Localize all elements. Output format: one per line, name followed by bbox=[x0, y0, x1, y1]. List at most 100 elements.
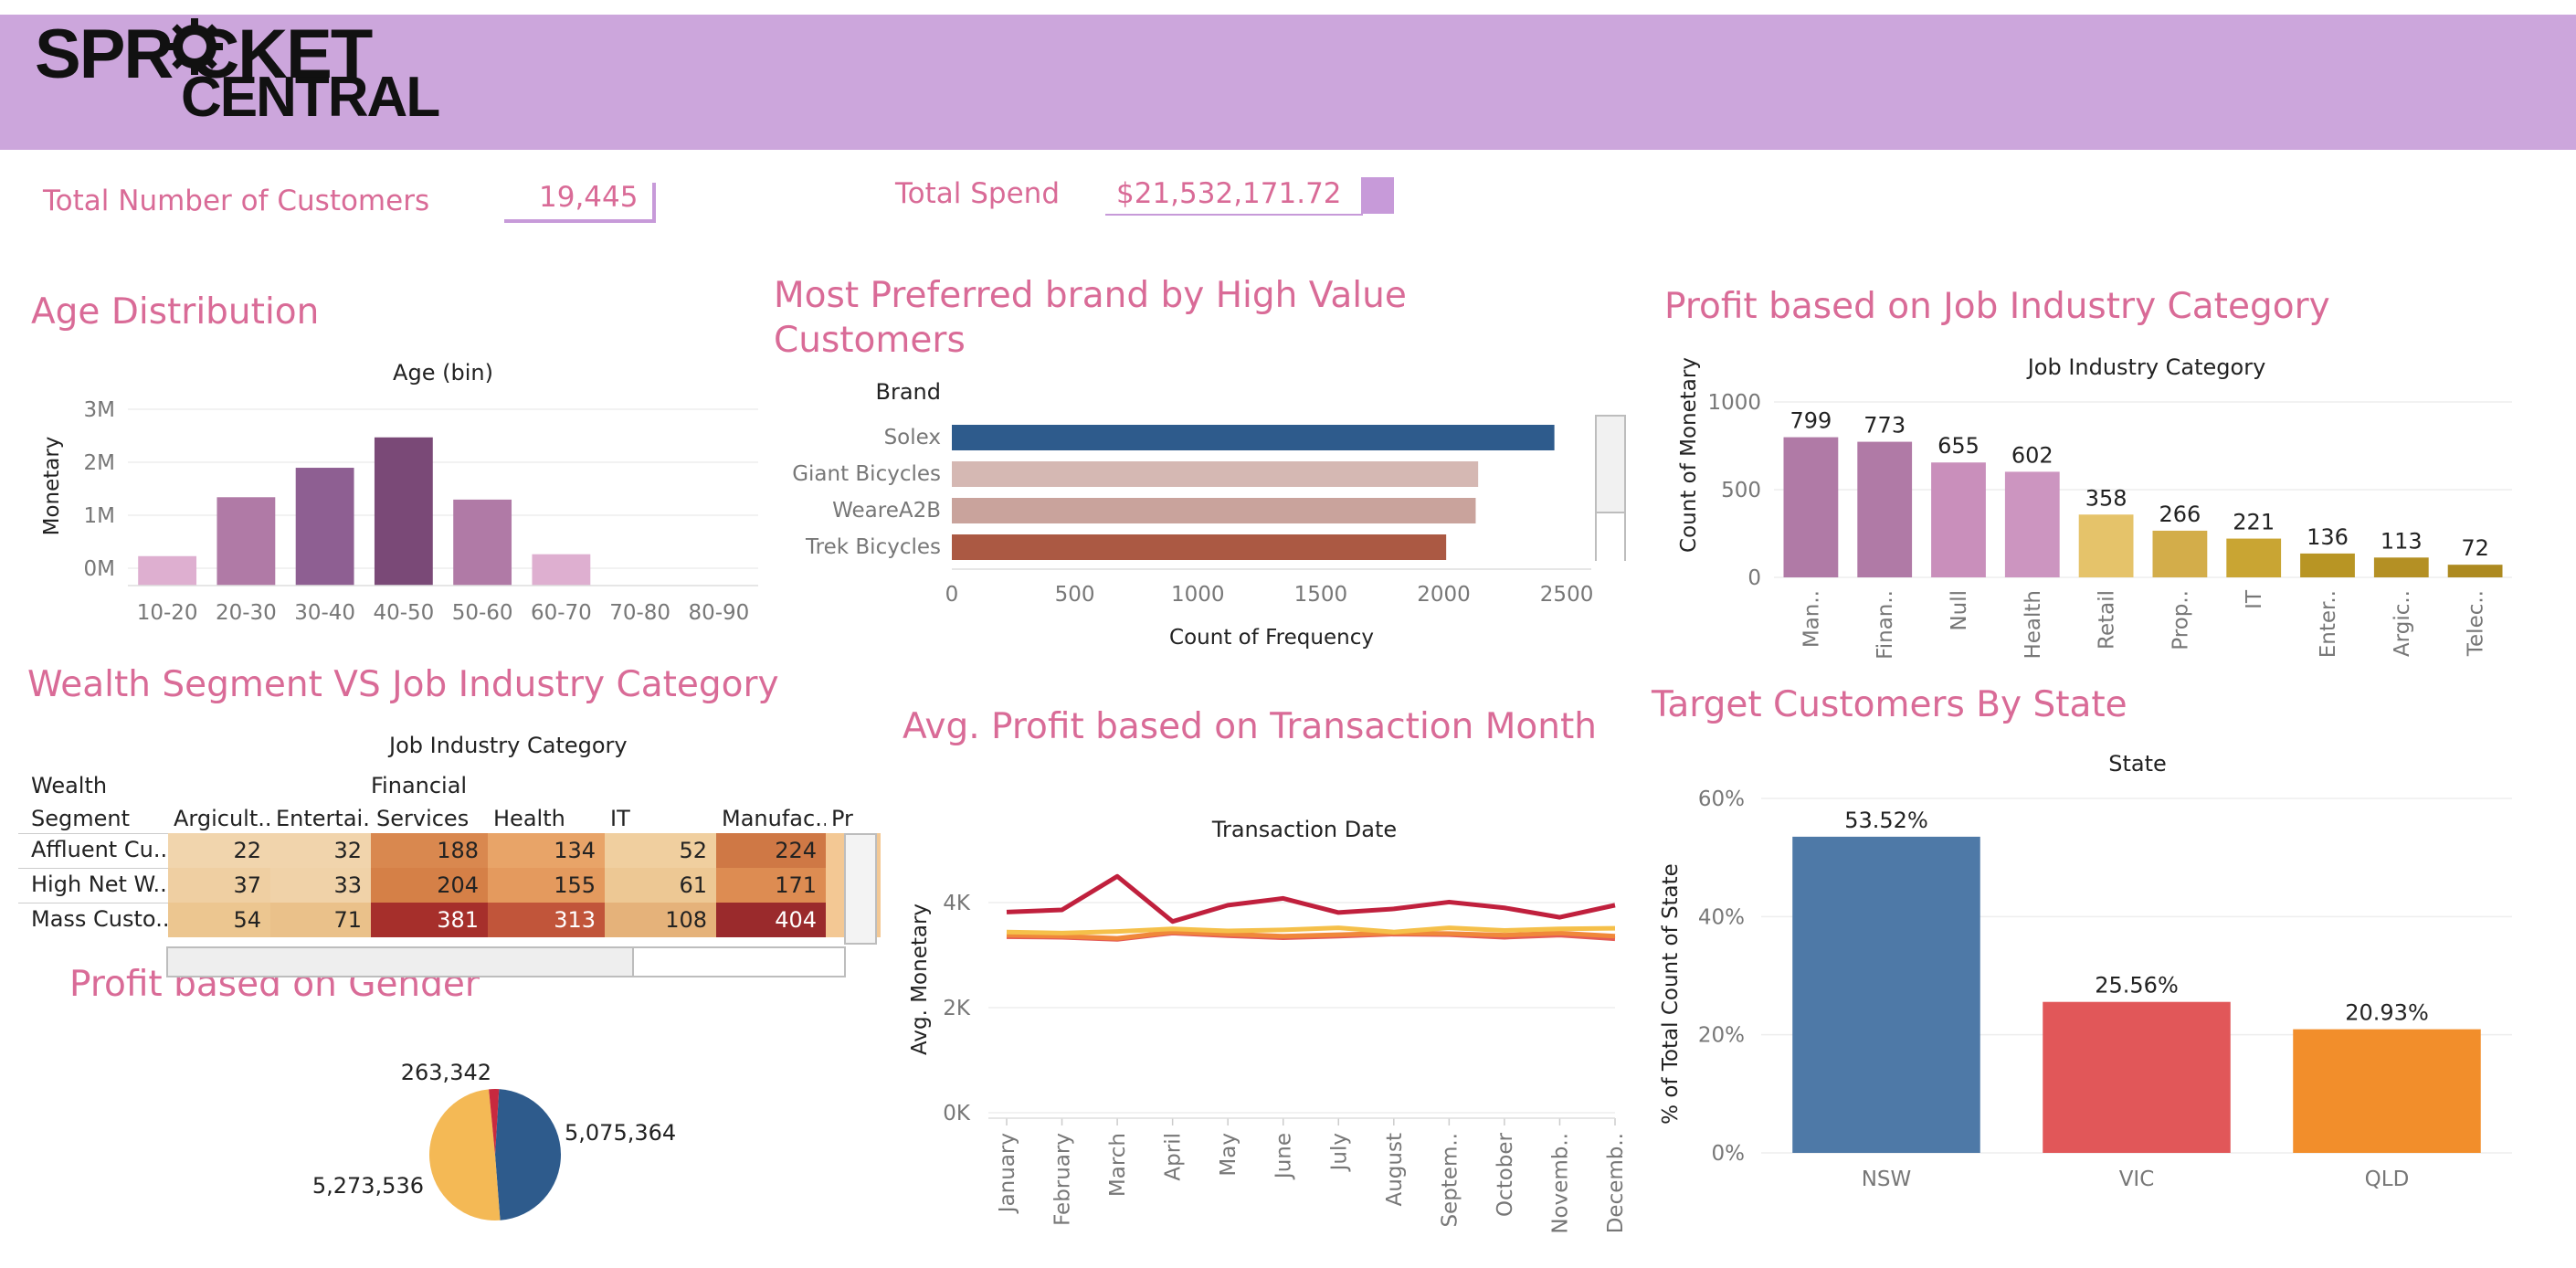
job-bar[interactable] bbox=[2300, 553, 2355, 577]
job-chart-title: Job Industry Category bbox=[2026, 354, 2266, 380]
brand-x-tick: 2000 bbox=[1417, 583, 1471, 607]
line-y-tick: 0K bbox=[943, 1102, 971, 1125]
heatmap-cell[interactable]: 204 bbox=[371, 868, 488, 903]
heatmap-cell[interactable]: 37 bbox=[168, 868, 270, 903]
heatmap-col-header: Services bbox=[376, 806, 470, 831]
heatmap-row-label: Affluent Cu.. bbox=[31, 837, 168, 862]
line-y-label: Avg. Monetary bbox=[908, 903, 932, 1055]
heatmap-cell[interactable]: 32 bbox=[270, 833, 371, 868]
heatmap-cell[interactable]: 381 bbox=[371, 903, 488, 937]
age-distribution-title: Age Distribution bbox=[31, 291, 320, 333]
heatmap-cell[interactable]: 171 bbox=[716, 868, 826, 903]
brand-x-tick: 1000 bbox=[1171, 583, 1225, 607]
job-bar-label: 602 bbox=[2011, 442, 2053, 468]
job-bar[interactable] bbox=[1931, 462, 1986, 577]
job-bar-label: 136 bbox=[2307, 524, 2349, 550]
brand-scroll-thumb[interactable] bbox=[1597, 512, 1624, 561]
heatmap-cell[interactable]: 188 bbox=[371, 833, 488, 868]
heatmap-cell[interactable]: 313 bbox=[488, 903, 605, 937]
age-x-tick: 50-60 bbox=[452, 601, 513, 625]
job-bar[interactable] bbox=[2152, 530, 2208, 577]
line-x-tick: February bbox=[1051, 1133, 1075, 1226]
job-bar[interactable] bbox=[2226, 538, 2282, 577]
heatmap-cell[interactable]: 71 bbox=[270, 903, 371, 937]
heatmap-row-label: Mass Custo.. bbox=[31, 906, 170, 932]
brand-label: Giant Bicycles bbox=[792, 462, 941, 486]
age-x-tick: 10-20 bbox=[137, 601, 198, 625]
line-x-tick: January bbox=[996, 1133, 1019, 1214]
age-bar[interactable] bbox=[295, 468, 354, 586]
customers-bar bbox=[652, 183, 656, 223]
job-x-tick: Null bbox=[1948, 590, 1971, 631]
job-x-tick: IT bbox=[2243, 589, 2266, 609]
job-bar[interactable] bbox=[2078, 514, 2134, 577]
heatmap-cell[interactable]: 54 bbox=[168, 903, 270, 937]
age-bar[interactable] bbox=[532, 554, 591, 586]
heatmap-row-divider bbox=[18, 868, 168, 869]
line-series[interactable] bbox=[1006, 873, 1616, 925]
heatmap-cell[interactable]: 224 bbox=[716, 833, 826, 868]
line-x-tick: Decemb.. bbox=[1604, 1133, 1626, 1233]
brand-bar[interactable] bbox=[952, 461, 1479, 487]
line-chart-title: Transaction Date bbox=[1211, 817, 1397, 842]
job-x-tick: Finan.. bbox=[1874, 590, 1897, 658]
job-bar[interactable] bbox=[2373, 557, 2429, 577]
age-y-tick: 3M bbox=[84, 398, 115, 422]
total-spend-label: Total Spend bbox=[895, 177, 1061, 210]
heatmap-vertical-scrollbar[interactable] bbox=[844, 833, 877, 945]
job-bar-label: 266 bbox=[2159, 502, 2201, 527]
brand-bar[interactable] bbox=[952, 498, 1476, 523]
age-bar[interactable] bbox=[453, 499, 512, 586]
state-bar[interactable] bbox=[1792, 836, 1980, 1153]
brand-bar[interactable] bbox=[952, 425, 1555, 450]
line-x-tick: March bbox=[1106, 1133, 1130, 1197]
brand-label: Solex bbox=[884, 426, 941, 449]
age-x-tick: 30-40 bbox=[294, 601, 355, 625]
heatmap-scroll-thumb[interactable] bbox=[168, 948, 634, 976]
total-spend-value: $21,532,171.72 bbox=[1116, 177, 1342, 210]
age-bar[interactable] bbox=[216, 497, 276, 586]
heatmap-cell[interactable]: 134 bbox=[488, 833, 605, 868]
brand-label: Trek Bicycles bbox=[805, 535, 941, 559]
line-x-tick: April bbox=[1162, 1133, 1186, 1181]
job-bar[interactable] bbox=[2447, 565, 2503, 577]
job-profit-chart: Job Industry Category Count of Monetary … bbox=[1677, 354, 2512, 658]
heatmap-cell[interactable]: 155 bbox=[488, 868, 605, 903]
state-y-tick: 20% bbox=[1698, 1024, 1745, 1048]
state-bar[interactable] bbox=[2293, 1029, 2481, 1153]
line-y-tick: 4K bbox=[943, 892, 971, 915]
state-chart-title: State bbox=[2108, 751, 2167, 777]
state-bar-label: 25.56% bbox=[2095, 973, 2179, 999]
job-bar[interactable] bbox=[2004, 471, 2060, 577]
age-bar[interactable] bbox=[374, 437, 433, 586]
total-customers-value: 19,445 bbox=[539, 181, 639, 214]
heatmap-cell[interactable]: 52 bbox=[605, 833, 716, 868]
job-bar[interactable] bbox=[1783, 437, 1839, 577]
gender-pie-slice[interactable] bbox=[429, 1089, 501, 1220]
heatmap-cell[interactable]: 61 bbox=[605, 868, 716, 903]
job-x-tick: Prop.. bbox=[2169, 590, 2192, 650]
spend-bar bbox=[1361, 177, 1394, 214]
line-y-tick: 2K bbox=[943, 997, 971, 1020]
heatmap-horizontal-scrollbar[interactable] bbox=[166, 946, 846, 977]
brand-scrollbar[interactable] bbox=[1595, 415, 1626, 561]
brand-axis-title: Brand bbox=[876, 379, 941, 405]
age-bar[interactable] bbox=[138, 555, 197, 586]
heatmap-cell[interactable]: 404 bbox=[716, 903, 826, 937]
brand-x-tick: 500 bbox=[1055, 583, 1095, 607]
job-y-tick: 0 bbox=[1747, 566, 1761, 590]
brand-x-tick: 0 bbox=[945, 583, 959, 607]
gender-pie-chart: 5,075,364 5,273,536 263,342 bbox=[312, 1060, 676, 1220]
heatmap-col-header: IT bbox=[610, 806, 630, 831]
heatmap-row-header-2: Segment bbox=[31, 806, 130, 831]
state-bar[interactable] bbox=[2043, 1001, 2231, 1153]
job-y-tick: 1000 bbox=[1707, 391, 1761, 415]
brand-bar[interactable] bbox=[952, 534, 1447, 560]
gender-pie-slice[interactable] bbox=[495, 1089, 562, 1220]
heatmap-cell[interactable]: 33 bbox=[270, 868, 371, 903]
heatmap-cell[interactable]: 22 bbox=[168, 833, 270, 868]
brand-label: WeareA2B bbox=[832, 499, 941, 523]
job-bar[interactable] bbox=[1857, 441, 1913, 577]
heatmap-cell[interactable]: 108 bbox=[605, 903, 716, 937]
state-y-label: % of Total Count of State bbox=[1659, 863, 1683, 1125]
